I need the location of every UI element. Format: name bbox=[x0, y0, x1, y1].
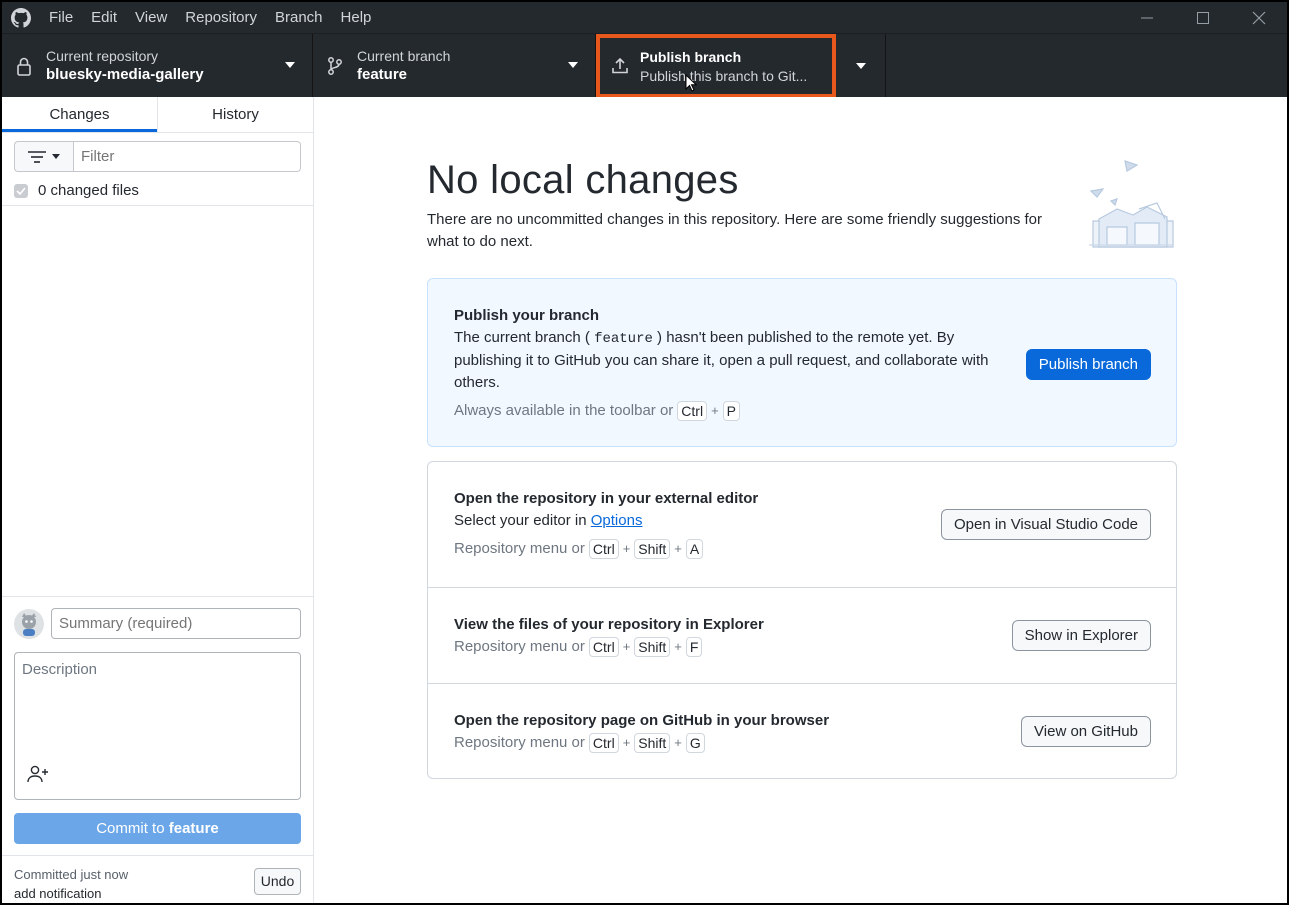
changed-files-count: 0 changed files bbox=[38, 182, 139, 199]
key-ctrl: Ctrl bbox=[677, 401, 708, 421]
key-shift: Shift bbox=[634, 539, 671, 559]
summary-input[interactable] bbox=[51, 608, 301, 639]
title-bar: File Edit View Repository Branch Help bbox=[2, 2, 1287, 33]
select-all-checkbox[interactable] bbox=[14, 183, 28, 198]
editor-shortcut-hint: Repository menu or Ctrl + Shift + A bbox=[454, 538, 1150, 560]
minimize-button[interactable] bbox=[1119, 2, 1175, 33]
publish-hint-text: Always available in the toolbar or bbox=[454, 402, 674, 419]
publish-title: Publish branch bbox=[640, 49, 742, 65]
key-p: P bbox=[722, 401, 741, 421]
commit-button[interactable]: Commit to feature bbox=[14, 813, 301, 844]
filter-row bbox=[14, 141, 301, 172]
empty-state-illustration bbox=[1085, 157, 1177, 256]
minimize-icon bbox=[1141, 17, 1153, 18]
chevron-down-icon bbox=[855, 63, 866, 69]
chevron-down-icon bbox=[52, 154, 60, 159]
filter-icon bbox=[28, 150, 46, 163]
publish-options-dropdown[interactable] bbox=[836, 34, 886, 98]
publish-card-title: Publish your branch bbox=[454, 307, 600, 324]
undo-button[interactable]: Undo bbox=[254, 868, 301, 895]
current-repository-button[interactable]: Current repository bluesky-media-gallery bbox=[2, 34, 313, 98]
check-icon bbox=[16, 186, 26, 195]
menu-repository[interactable]: Repository bbox=[176, 2, 266, 33]
menu-edit[interactable]: Edit bbox=[82, 2, 126, 33]
publish-desc-text: The current branch ( bbox=[454, 329, 595, 346]
key-ctrl: Ctrl bbox=[588, 733, 619, 753]
main-content: No local changes There are no uncommitte… bbox=[314, 97, 1287, 903]
key-a: A bbox=[685, 539, 704, 559]
publish-subtitle: Publish this branch to Git... bbox=[640, 68, 808, 84]
open-in-vscode-button[interactable]: Open in Visual Studio Code bbox=[940, 509, 1151, 540]
mouse-cursor-icon bbox=[685, 74, 697, 92]
key-g: G bbox=[685, 733, 705, 753]
menu-view[interactable]: View bbox=[126, 2, 176, 33]
avatar bbox=[14, 608, 44, 639]
publish-branch-toolbar-button[interactable]: Publish branch Publish this branch to Gi… bbox=[596, 34, 836, 98]
branch-icon bbox=[319, 56, 351, 76]
key-ctrl: Ctrl bbox=[588, 539, 619, 559]
editor-title: Open the repository in your external edi… bbox=[454, 490, 759, 507]
upload-icon bbox=[604, 56, 636, 76]
publish-branch-code: feature bbox=[594, 331, 653, 347]
user-avatar-icon bbox=[22, 612, 36, 636]
toolbar: Current repository bluesky-media-gallery… bbox=[2, 33, 1287, 98]
commit-button-branch: feature bbox=[168, 820, 219, 837]
description-placeholder: Description bbox=[22, 661, 98, 678]
options-link[interactable]: Options bbox=[591, 512, 643, 529]
show-in-explorer-button[interactable]: Show in Explorer bbox=[1011, 620, 1151, 651]
sidebar: Changes History 0 changed files bbox=[2, 97, 314, 903]
key-ctrl: Ctrl bbox=[588, 637, 619, 657]
maximize-icon bbox=[1197, 11, 1209, 24]
key-f: F bbox=[685, 637, 703, 657]
publish-branch-button[interactable]: Publish branch bbox=[1025, 349, 1151, 380]
branch-name: feature bbox=[357, 66, 408, 83]
chevron-down-icon bbox=[285, 62, 295, 68]
add-coauthor-icon[interactable] bbox=[27, 765, 49, 787]
chevron-down-icon bbox=[568, 62, 578, 68]
menu-bar: File Edit View Repository Branch Help bbox=[40, 2, 380, 33]
repo-label: Current repository bbox=[46, 48, 159, 64]
close-icon bbox=[1252, 11, 1266, 24]
commit-form: Description Commit to feature bbox=[2, 596, 313, 844]
current-branch-button[interactable]: Current branch feature bbox=[313, 34, 596, 98]
menu-help[interactable]: Help bbox=[332, 2, 381, 33]
lock-icon bbox=[8, 56, 40, 76]
suggestions-card: Open the repository in your external edi… bbox=[427, 461, 1177, 779]
last-commit-panel: Committed just now add notification Undo bbox=[2, 855, 313, 903]
maximize-button[interactable] bbox=[1175, 2, 1231, 33]
app-window: File Edit View Repository Branch Help Cu… bbox=[2, 2, 1287, 903]
github-logo-icon bbox=[2, 2, 40, 33]
menu-file[interactable]: File bbox=[40, 2, 82, 33]
repo-name: bluesky-media-gallery bbox=[46, 66, 204, 83]
commit-button-prefix: Commit to bbox=[96, 820, 169, 837]
view-on-github-button[interactable]: View on GitHub bbox=[1021, 716, 1151, 747]
window-controls bbox=[1119, 2, 1287, 33]
publish-card-description: The current branch ( feature ) hasn't be… bbox=[454, 327, 1004, 394]
key-shift: Shift bbox=[634, 733, 671, 753]
menu-branch[interactable]: Branch bbox=[266, 2, 332, 33]
sidebar-tabs: Changes History bbox=[2, 97, 313, 133]
close-button[interactable] bbox=[1231, 2, 1287, 33]
description-field[interactable]: Description bbox=[14, 652, 301, 800]
intro-text: There are no uncommitted changes in this… bbox=[427, 211, 1043, 250]
tab-changes[interactable]: Changes bbox=[2, 97, 157, 132]
tab-history[interactable]: History bbox=[157, 97, 313, 132]
explorer-hint-text: Repository menu or bbox=[454, 638, 585, 655]
publish-branch-card: Publish your branch The current branch (… bbox=[427, 278, 1177, 447]
github-hint-text: Repository menu or bbox=[454, 734, 585, 751]
editor-desc-text: Select your editor in bbox=[454, 512, 591, 529]
key-shift: Shift bbox=[634, 637, 671, 657]
page-title: No local changes bbox=[427, 158, 739, 202]
editor-hint-text: Repository menu or bbox=[454, 540, 585, 557]
branch-label: Current branch bbox=[357, 48, 451, 64]
filter-options-button[interactable] bbox=[14, 141, 73, 172]
editor-description: Select your editor in Options bbox=[454, 510, 1004, 532]
filter-input[interactable] bbox=[73, 141, 301, 172]
publish-shortcut-hint: Always available in the toolbar or Ctrl +… bbox=[454, 400, 1150, 422]
changed-files-row: 0 changed files bbox=[2, 176, 313, 206]
